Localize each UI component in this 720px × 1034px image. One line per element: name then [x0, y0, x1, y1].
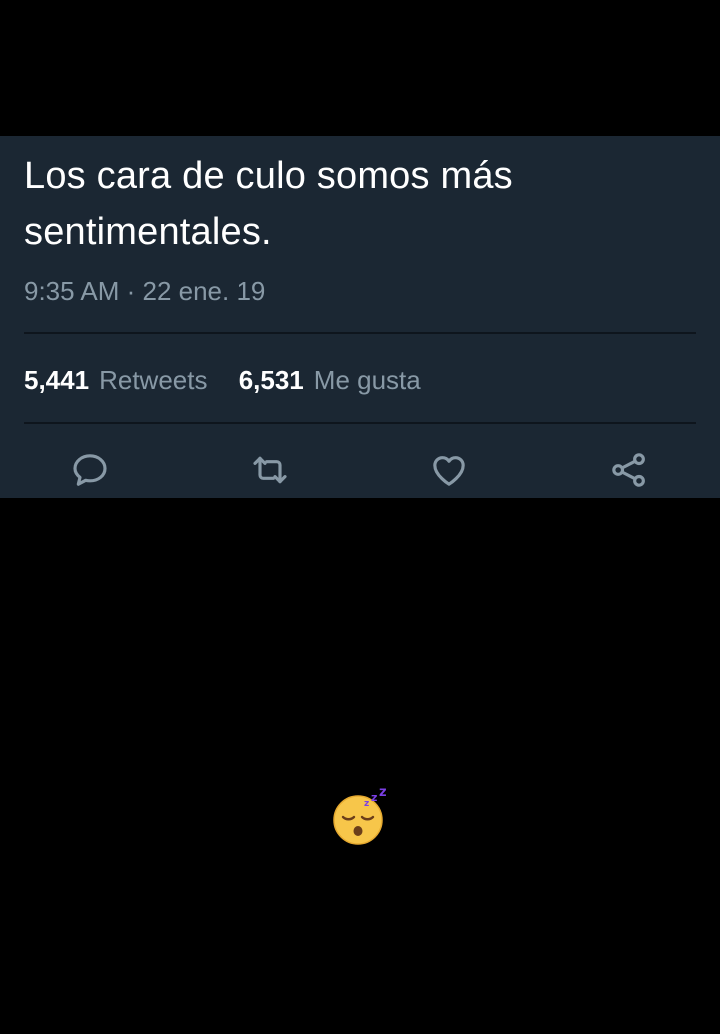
likes-label: Me gusta	[313, 365, 421, 395]
retweets-label: Retweets	[99, 365, 208, 395]
retweets-stat[interactable]: 5,441 Retweets	[24, 365, 215, 395]
retweet-button[interactable]	[248, 450, 292, 494]
svg-text:z: z	[364, 799, 369, 809]
share-button[interactable]	[607, 450, 651, 494]
reply-icon	[70, 450, 110, 495]
like-button[interactable]	[427, 450, 471, 494]
svg-text:z: z	[379, 786, 387, 800]
reply-button[interactable]	[68, 450, 112, 494]
sleeping-face-icon: z z z	[330, 785, 390, 846]
svg-text:z: z	[371, 791, 377, 804]
retweets-count: 5,441	[24, 365, 90, 395]
likes-count: 6,531	[238, 365, 304, 395]
likes-stat[interactable]: 6,531 Me gusta	[239, 365, 421, 395]
retweet-icon	[250, 450, 290, 495]
divider-bottom	[24, 422, 696, 424]
heart-icon	[429, 450, 469, 495]
screenshot-page: Los cara de culo somos más sentimentales…	[0, 0, 720, 1034]
tweet-stats: 5,441 Retweets 6,531 Me gusta	[24, 362, 421, 398]
tweet-timestamp: 9:35 AM · 22 ene. 19	[24, 276, 266, 306]
share-icon	[609, 450, 649, 495]
divider-top	[24, 332, 696, 334]
tweet-text: Los cara de culo somos más sentimentales…	[24, 155, 513, 253]
